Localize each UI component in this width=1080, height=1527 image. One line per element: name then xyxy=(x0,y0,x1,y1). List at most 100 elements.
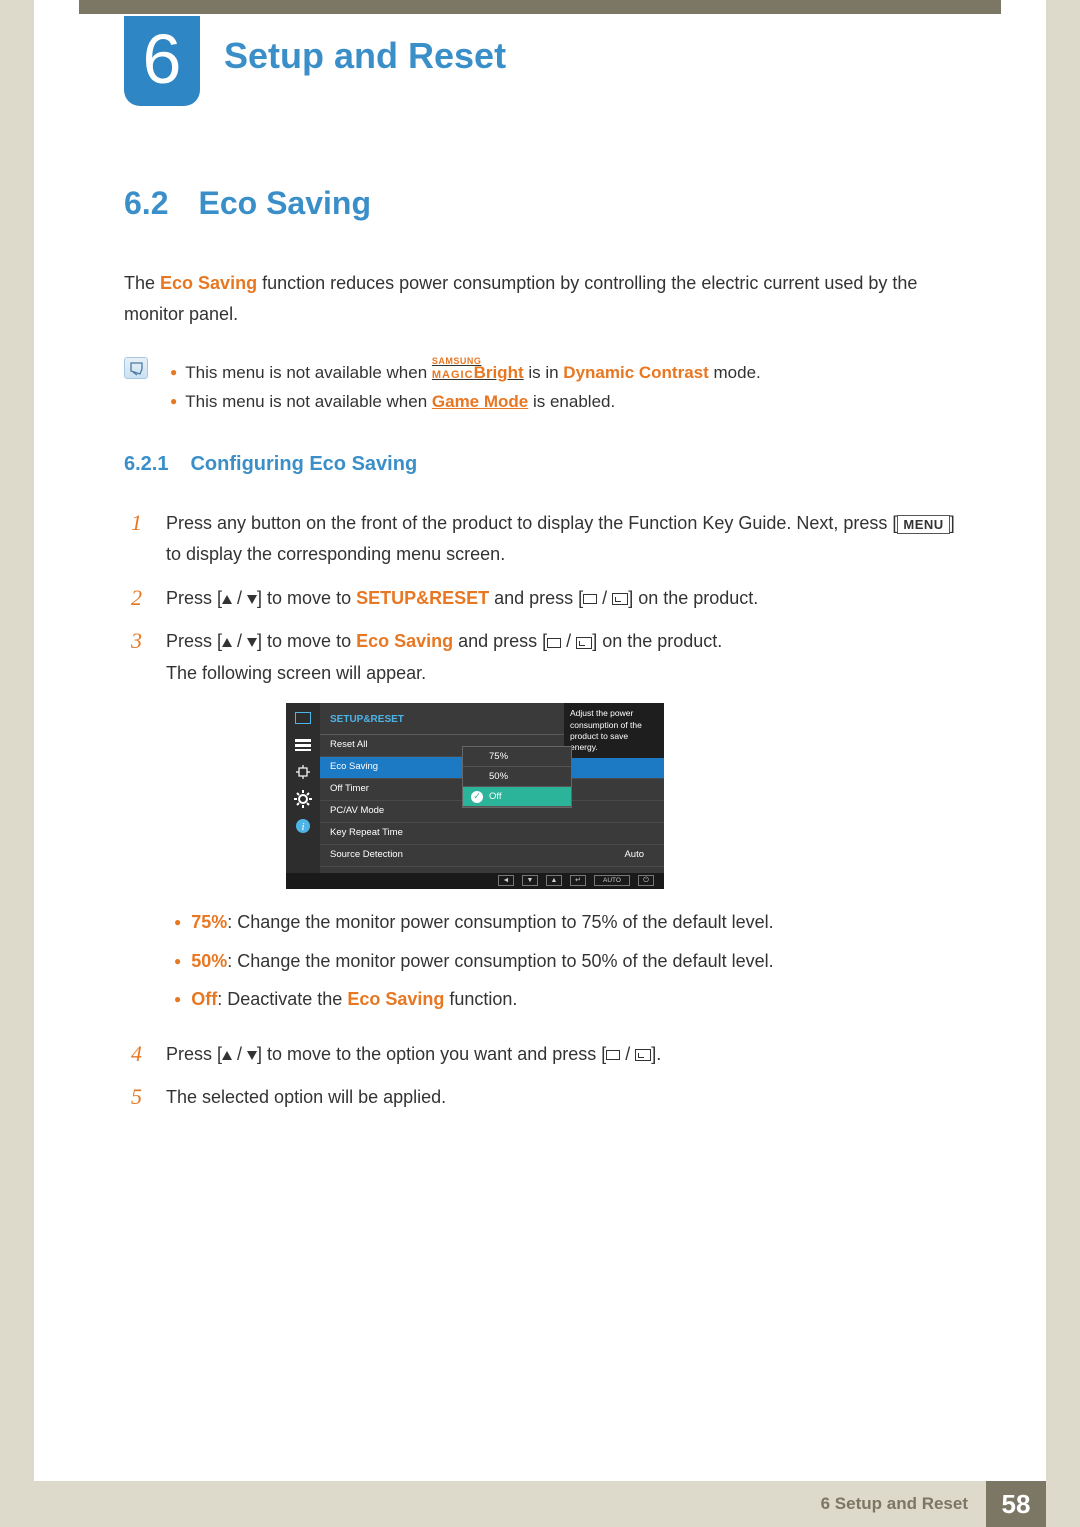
chapter-number-tab: 6 xyxy=(124,16,200,106)
menu-button-label: MENU xyxy=(897,515,949,534)
s2-c: and press [ xyxy=(489,588,583,608)
bullet-icon: ● xyxy=(174,992,181,1006)
intro-prefix: The xyxy=(124,273,160,293)
bullet-icon: ● xyxy=(174,954,181,968)
section-number: 6.2 xyxy=(124,185,168,222)
osd-option-off: ✓Off xyxy=(463,787,571,807)
source-icon xyxy=(583,594,597,604)
step-body: Press [ / ] to move to Eco Saving and pr… xyxy=(166,626,956,1026)
step-5: 5 The selected option will be applied. xyxy=(124,1082,956,1114)
subsection-number: 6.2.1 xyxy=(124,453,168,476)
s3-b: ] to move to xyxy=(257,631,356,651)
bullet-icon: ● xyxy=(174,915,181,929)
resize-icon xyxy=(292,763,314,781)
brand-magic: MAGIC xyxy=(432,369,474,381)
optoff-fn: Eco Saving xyxy=(347,989,444,1009)
note1-prefix: This menu is not available when xyxy=(185,363,432,382)
content-area: 6.2 Eco Saving The Eco Saving function r… xyxy=(124,185,956,1126)
check-icon: ✓ xyxy=(471,791,483,803)
osd-row-sourcedet: Source DetectionAuto xyxy=(320,845,664,867)
subsection-title: Configuring Eco Saving xyxy=(190,453,417,476)
s3-d: ] on the product. xyxy=(592,631,722,651)
triangle-up-icon xyxy=(222,638,232,647)
osd-sidebar: i xyxy=(286,703,320,873)
osd-panel: i Adjust the power consumption of the pr… xyxy=(286,703,664,873)
triangle-down-icon xyxy=(247,595,257,604)
step-number: 2 xyxy=(124,583,142,615)
s2-b: ] to move to xyxy=(257,588,356,608)
osd-label: Key Repeat Time xyxy=(330,825,430,842)
option-label: 75% xyxy=(489,749,508,766)
enter-icon xyxy=(612,593,628,605)
page-footer: 6 Setup and Reset 58 xyxy=(34,1481,1046,1527)
s4-c: ]. xyxy=(651,1044,661,1064)
osd-value: Auto xyxy=(624,847,644,864)
note-item-2: ●This menu is not available when Game Mo… xyxy=(166,388,761,417)
section-title: Eco Saving xyxy=(198,185,371,222)
triangle-up-icon xyxy=(222,595,232,604)
nav-power-icon: ⏻ xyxy=(638,875,654,886)
osd-option-75: 75% xyxy=(463,747,571,767)
optoff-mid: : Deactivate the xyxy=(217,989,347,1009)
step-1: 1 Press any button on the front of the p… xyxy=(124,508,956,571)
note-item-1: ● This menu is not available when SAMSUNG… xyxy=(166,355,761,388)
s3-c: and press [ xyxy=(453,631,547,651)
s4-a: Press [ xyxy=(166,1044,222,1064)
nav-left-icon: ◄ xyxy=(498,875,514,886)
bullet-icon: ● xyxy=(170,365,177,379)
triangle-down-icon xyxy=(247,1051,257,1060)
nav-up-icon: ▲ xyxy=(546,875,562,886)
s2-target: SETUP&RESET xyxy=(356,588,489,608)
opt-off: ● Off: Deactivate the Eco Saving function… xyxy=(174,984,956,1015)
list-icon xyxy=(292,736,314,754)
info-icon: i xyxy=(292,817,314,835)
source-icon xyxy=(606,1050,620,1060)
osd-label: PC/AV Mode xyxy=(330,803,430,820)
page-background: 6 Setup and Reset 6.2 Eco Saving The Eco… xyxy=(34,0,1046,1527)
s2-a: Press [ xyxy=(166,588,222,608)
osd-main: Adjust the power consumption of the prod… xyxy=(320,703,664,867)
step-body: The selected option will be applied. xyxy=(166,1082,956,1114)
triangle-up-icon xyxy=(222,1051,232,1060)
osd-tooltip: Adjust the power consumption of the prod… xyxy=(564,703,664,757)
monitor-icon xyxy=(292,709,314,727)
top-stripe xyxy=(79,0,1001,14)
osd-option-50: 50% xyxy=(463,767,571,787)
opt-75: ● 75%: Change the monitor power consumpti… xyxy=(174,907,956,938)
magic-bright-logotype: SAMSUNGMAGICBright xyxy=(432,355,524,381)
note2-prefix: This menu is not available when xyxy=(185,392,432,411)
s2-d: ] on the product. xyxy=(628,588,758,608)
opt50-desc: : Change the monitor power consumption t… xyxy=(227,951,773,971)
intro-keyword: Eco Saving xyxy=(160,273,257,293)
osd-label: Reset All xyxy=(330,737,430,754)
osd-label: Off Timer xyxy=(330,781,430,798)
triangle-down-icon xyxy=(247,638,257,647)
bullet-icon: ● xyxy=(170,394,177,408)
step-number: 5 xyxy=(124,1082,142,1114)
opt75-desc: : Change the monitor power consumption t… xyxy=(227,912,773,932)
subsection-heading: 6.2.1 Configuring Eco Saving xyxy=(124,453,956,476)
opt75-label: 75% xyxy=(191,912,227,932)
step-2: 2 Press [ / ] to move to SETUP&RESET and… xyxy=(124,583,956,615)
osd-nav-bar: ◄ ▼ ▲ ↵ AUTO ⏻ xyxy=(286,873,664,889)
note1-mode: Dynamic Contrast xyxy=(563,363,708,382)
opt50-label: 50% xyxy=(191,951,227,971)
footer-chapter-label: 6 Setup and Reset xyxy=(821,1494,968,1514)
optoff-label: Off xyxy=(191,989,217,1009)
note2-suffix: is enabled. xyxy=(528,392,615,411)
option-explanations: ● 75%: Change the monitor power consumpti… xyxy=(174,907,956,1015)
intro-paragraph: The Eco Saving function reduces power co… xyxy=(124,268,956,329)
osd-figure: i Adjust the power consumption of the pr… xyxy=(286,703,664,889)
step-3: 3 Press [ / ] to move to Eco Saving and … xyxy=(124,626,956,1026)
step-number: 4 xyxy=(124,1039,142,1071)
source-icon xyxy=(547,638,561,648)
note1-mid: is in xyxy=(524,363,564,382)
step-body: Press any button on the front of the pro… xyxy=(166,508,956,571)
section-heading: 6.2 Eco Saving xyxy=(124,185,956,222)
nav-enter-icon: ↵ xyxy=(570,875,586,886)
brand-top: SAMSUNG xyxy=(432,357,524,366)
opt-50: ● 50%: Change the monitor power consumpti… xyxy=(174,946,956,977)
step-body: Press [ / ] to move to SETUP&RESET and p… xyxy=(166,583,956,615)
optoff-suffix: function. xyxy=(444,989,517,1009)
s3-a: Press [ xyxy=(166,631,222,651)
